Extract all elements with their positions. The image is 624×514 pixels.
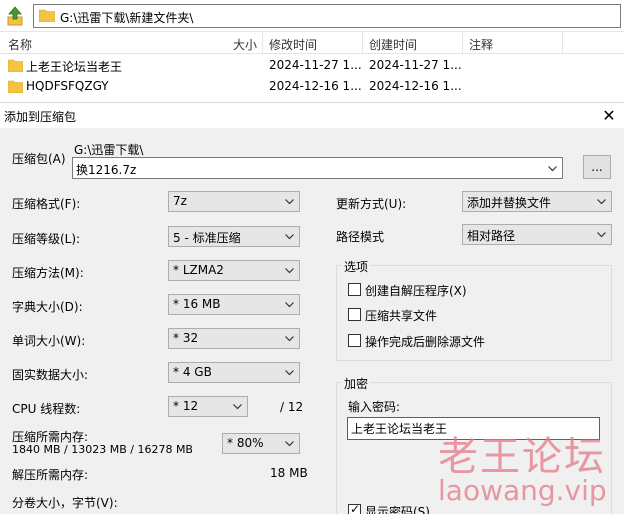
mem-usage-select[interactable]: * 80% xyxy=(222,433,300,454)
browse-button[interactable]: ... xyxy=(583,155,611,179)
checkbox-box[interactable] xyxy=(348,308,361,321)
word-select[interactable]: * 32 xyxy=(168,328,300,349)
encryption-title: 加密 xyxy=(342,375,371,392)
level-select[interactable]: 5 - 标准压缩 xyxy=(168,226,300,247)
dict-value: * 16 MB xyxy=(173,297,221,311)
column-divider[interactable] xyxy=(362,32,363,54)
mem-compress-detail: 1840 MB / 13023 MB / 16278 MB xyxy=(12,443,193,456)
chevron-down-icon xyxy=(597,232,606,238)
dialog-title-bar: 添加到压缩包 ✕ xyxy=(0,102,624,128)
dict-select[interactable]: * 16 MB xyxy=(168,294,300,315)
chevron-down-icon xyxy=(285,234,294,240)
close-icon: ✕ xyxy=(602,106,616,125)
up-arrow-icon xyxy=(7,6,23,26)
file-explorer: G:\迅雷下载\新建文件夹\ 名称 大小 修改时间 创建时间 注释 上老王论坛当… xyxy=(0,0,624,102)
column-header: 名称 大小 修改时间 创建时间 注释 xyxy=(0,32,624,54)
mem-usage-value: * 80% xyxy=(227,436,264,450)
file-name: 上老王论坛当老王 xyxy=(26,60,123,74)
archive-name-text: 换1216.7z xyxy=(76,163,137,177)
chevron-down-icon xyxy=(597,199,606,205)
checkbox-box[interactable] xyxy=(348,502,361,514)
folder-icon xyxy=(8,80,23,93)
level-label: 压缩等级(L): xyxy=(12,232,81,246)
folder-icon xyxy=(8,59,23,72)
archive-path: G:\迅雷下载\ xyxy=(74,143,144,157)
file-created: 2024-11-27 1... xyxy=(369,58,462,72)
password-label: 输入密码: xyxy=(348,400,401,414)
column-divider[interactable] xyxy=(262,32,263,54)
column-name[interactable]: 名称 xyxy=(8,36,32,53)
mem-decompress-label: 解压所需内存: xyxy=(12,468,89,482)
chevron-down-icon xyxy=(285,199,294,205)
shared-label: 压缩共享文件 xyxy=(365,309,438,323)
sfx-checkbox[interactable]: 创建自解压程序(X) xyxy=(348,282,548,298)
file-created: 2024-12-16 1... xyxy=(369,79,462,93)
format-label: 压缩格式(F): xyxy=(12,197,81,211)
column-modified[interactable]: 修改时间 xyxy=(269,36,317,53)
column-size[interactable]: 大小 xyxy=(233,36,257,53)
options-title: 选项 xyxy=(342,258,371,275)
word-value: * 32 xyxy=(173,331,199,345)
chevron-down-icon xyxy=(285,302,294,308)
chevron-down-icon xyxy=(285,441,294,447)
level-value: 5 - 标准压缩 xyxy=(173,231,241,245)
chevron-down-icon xyxy=(285,336,294,342)
checkbox-box[interactable] xyxy=(348,334,361,347)
chevron-down-icon xyxy=(548,166,557,172)
solid-select[interactable]: * 4 GB xyxy=(168,362,300,383)
mem-decompress-value: 18 MB xyxy=(270,466,308,480)
list-item[interactable]: HQDFSFQZGY 2024-12-16 1... 2024-12-16 1.… xyxy=(0,76,624,97)
chevron-down-icon xyxy=(233,404,242,410)
folder-icon xyxy=(39,9,55,22)
file-modified: 2024-12-16 1... xyxy=(269,79,362,93)
method-value: * LZMA2 xyxy=(173,263,224,277)
address-text: G:\迅雷下载\新建文件夹\ xyxy=(60,11,194,25)
update-mode-select[interactable]: 添加并替换文件 xyxy=(462,191,612,212)
cpu-value: * 12 xyxy=(173,399,199,413)
close-button[interactable]: ✕ xyxy=(598,106,620,126)
dict-label: 字典大小(D): xyxy=(12,300,83,314)
watermark-url: laowang.vip xyxy=(438,474,607,507)
delete-source-label: 操作完成后删除源文件 xyxy=(365,335,486,349)
path-mode-label: 路径模式 xyxy=(336,230,385,244)
chevron-down-icon xyxy=(285,370,294,376)
solid-value: * 4 GB xyxy=(173,365,212,379)
update-label: 更新方式(U): xyxy=(336,197,407,211)
file-name: HQDFSFQZGY xyxy=(26,79,109,93)
column-comment[interactable]: 注释 xyxy=(469,36,493,53)
column-created[interactable]: 创建时间 xyxy=(369,36,417,53)
chevron-down-icon xyxy=(285,268,294,274)
up-folder-button[interactable] xyxy=(4,5,26,27)
dialog-title: 添加到压缩包 xyxy=(4,110,77,124)
update-mode-value: 添加并替换文件 xyxy=(467,196,552,210)
column-divider[interactable] xyxy=(562,32,563,54)
cpu-label: CPU 线程数: xyxy=(12,402,81,416)
password-text: 上老王论坛当老王 xyxy=(351,422,448,436)
path-mode-select[interactable]: 相对路径 xyxy=(462,224,612,245)
show-password-label: 显示密码(S) xyxy=(365,505,430,514)
method-label: 压缩方法(M): xyxy=(12,266,84,280)
archive-label: 压缩包(A) xyxy=(12,152,66,166)
delete-source-checkbox[interactable]: 操作完成后删除源文件 xyxy=(348,333,548,349)
cpu-select[interactable]: * 12 xyxy=(168,396,248,417)
solid-label: 固实数据大小: xyxy=(12,368,89,382)
format-value: 7z xyxy=(173,194,187,208)
address-field[interactable]: G:\迅雷下载\新建文件夹\ xyxy=(33,4,621,28)
word-label: 单词大小(W): xyxy=(12,334,86,348)
path-mode-value: 相对路径 xyxy=(467,229,516,243)
sfx-label: 创建自解压程序(X) xyxy=(365,284,467,298)
list-item[interactable]: 上老王论坛当老王 2024-11-27 1... 2024-11-27 1... xyxy=(0,55,624,76)
format-select[interactable]: 7z xyxy=(168,191,300,212)
archive-name-input[interactable]: 换1216.7z xyxy=(72,157,563,179)
checkbox-box[interactable] xyxy=(348,283,361,296)
split-label: 分卷大小，字节(V): xyxy=(12,496,118,510)
method-select[interactable]: * LZMA2 xyxy=(168,260,300,281)
address-bar: G:\迅雷下载\新建文件夹\ xyxy=(0,0,624,32)
column-divider[interactable] xyxy=(462,32,463,54)
shared-checkbox[interactable]: 压缩共享文件 xyxy=(348,307,548,323)
file-modified: 2024-11-27 1... xyxy=(269,58,362,72)
cpu-max: / 12 xyxy=(280,400,304,414)
